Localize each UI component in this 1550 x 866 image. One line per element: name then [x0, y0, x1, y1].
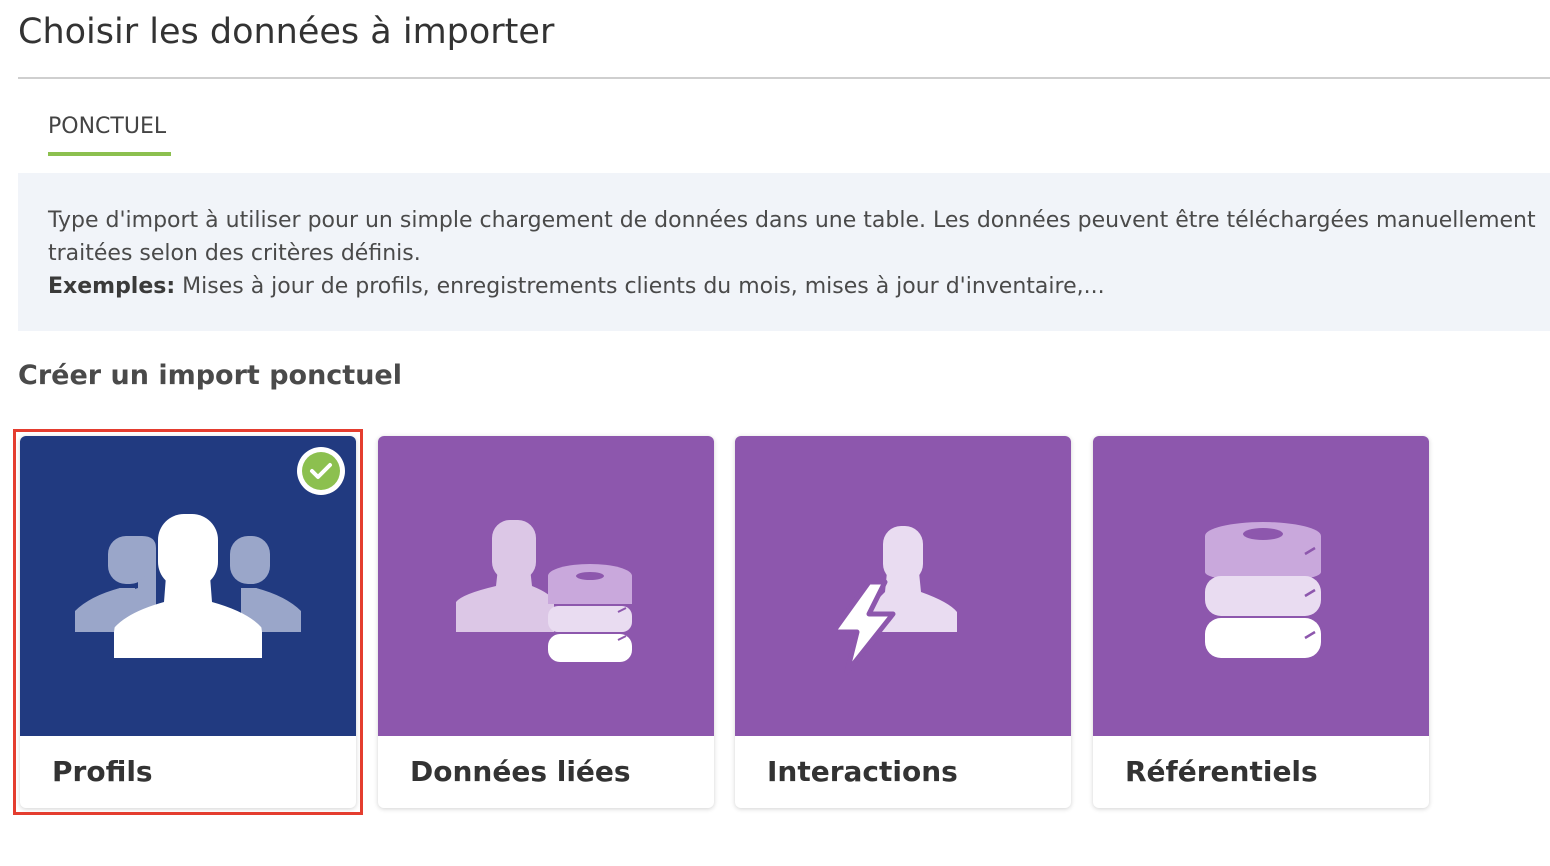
tab-active-indicator — [48, 152, 171, 156]
check-circle-icon — [297, 447, 345, 495]
card-donnees-liees-header — [378, 436, 714, 736]
info-description-line-2: traitées selon des critères définis. — [48, 241, 421, 266]
card-donnees-liees[interactable]: Données liées — [378, 436, 714, 808]
examples-text: Mises à jour de profils, enregistrements… — [175, 274, 1105, 299]
card-profils-label: Profils — [52, 755, 153, 788]
examples-label: Exemples: — [48, 274, 176, 299]
page-title: Choisir les données à importer — [18, 12, 555, 52]
user-database-icon — [456, 520, 632, 662]
section-title: Créer un import ponctuel — [18, 360, 402, 391]
card-interactions-header — [735, 436, 1071, 736]
info-box: Type d'import à utiliser pour un simple … — [18, 173, 1550, 331]
title-divider — [18, 77, 1550, 79]
import-type-page: Choisir les données à importer PONCTUEL … — [0, 0, 1550, 866]
card-referentiels-header — [1093, 436, 1429, 736]
card-referentiels-label: Référentiels — [1125, 755, 1318, 788]
card-donnees-liees-label: Données liées — [410, 755, 631, 788]
card-interactions[interactable]: Interactions — [735, 436, 1071, 808]
info-examples: Exemples: Mises à jour de profils, enreg… — [48, 270, 1550, 303]
tab-ponctuel[interactable]: PONCTUEL — [48, 112, 166, 156]
card-interactions-label: Interactions — [767, 755, 958, 788]
user-lightning-icon — [830, 526, 957, 675]
card-referentiels[interactable]: Référentiels — [1093, 436, 1429, 808]
database-icon — [1205, 522, 1321, 658]
info-description-line-1: Type d'import à utiliser pour un simple … — [48, 208, 1536, 233]
